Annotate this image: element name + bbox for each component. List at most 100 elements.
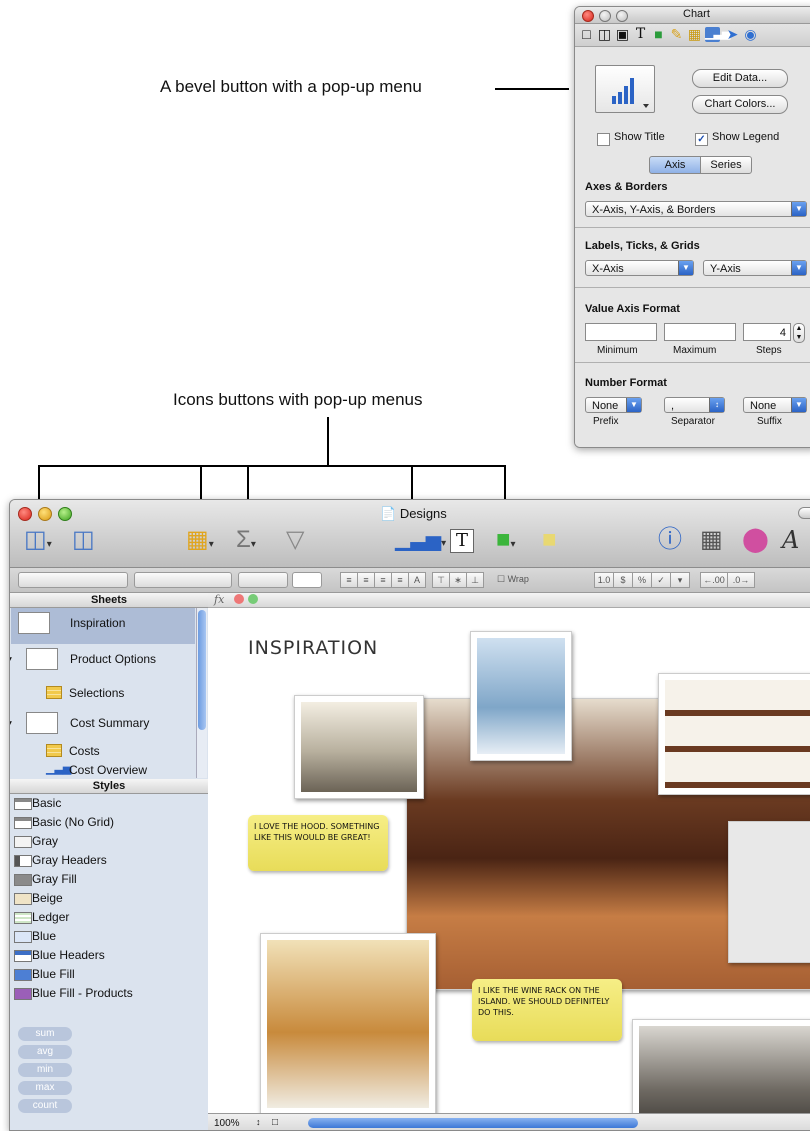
separator-popup[interactable]: , ↕ — [664, 397, 725, 413]
align-right-button[interactable]: ≡ — [374, 572, 392, 588]
style-item-ledger[interactable]: Ledger — [14, 910, 69, 924]
chart-icon[interactable]: ▁▃▅▾ — [395, 526, 446, 554]
view-icon[interactable]: ◫▾ — [24, 526, 52, 554]
style-item-gray-fill[interactable]: Gray Fill — [14, 872, 77, 886]
zoom-stepper-icon[interactable]: ↕ — [256, 1117, 261, 1127]
chart-colors-button[interactable]: Chart Colors... — [692, 95, 788, 114]
accept-icon[interactable] — [248, 594, 258, 604]
cabinet-photo[interactable] — [260, 933, 436, 1115]
page-view-icon[interactable]: □ — [272, 1117, 278, 1128]
style-item-blue-fill-products[interactable]: Blue Fill - Products — [14, 986, 133, 1000]
style-item-beige[interactable]: Beige — [14, 891, 63, 905]
function-icon[interactable]: fx — [214, 593, 224, 606]
chevron-down-icon: ▼ — [791, 398, 806, 412]
fonts-icon[interactable]: A — [782, 526, 799, 554]
prefix-popup[interactable]: None ▼ — [585, 397, 642, 413]
show-legend-checkbox[interactable]: ✓ — [695, 133, 708, 146]
show-title-checkbox[interactable] — [597, 133, 610, 146]
shelf-photo[interactable] — [658, 673, 810, 795]
currency-format-button[interactable]: $ — [613, 572, 633, 588]
close-icon[interactable] — [18, 507, 32, 521]
text-box-icon[interactable]: T — [450, 529, 474, 553]
zoom-icon[interactable] — [58, 507, 72, 521]
font-popup[interactable] — [134, 572, 232, 588]
tab-axis[interactable]: Axis — [649, 156, 701, 174]
suffix-popup[interactable]: None ▼ — [743, 397, 807, 413]
avg-button[interactable]: avg — [18, 1045, 72, 1059]
metrics-icon[interactable]: ✎ — [669, 27, 684, 42]
axes-borders-popup[interactable]: X-Axis, Y-Axis, & Borders ▼ — [585, 201, 807, 217]
min-button[interactable]: min — [18, 1063, 72, 1077]
style-item-gray[interactable]: Gray — [14, 834, 58, 848]
minimum-field[interactable] — [585, 323, 657, 341]
align-bottom-button[interactable]: ⊥ — [466, 572, 484, 588]
colors-icon[interactable]: ⬤ — [742, 526, 769, 554]
maximum-field[interactable] — [664, 323, 736, 341]
percent-format-button[interactable]: % — [632, 572, 652, 588]
quicktime-icon[interactable]: ◉ — [743, 27, 758, 42]
tile-photo[interactable] — [728, 821, 810, 963]
checkbox-format-button[interactable]: ✓ — [651, 572, 671, 588]
align-top-button[interactable]: ⊤ — [432, 572, 450, 588]
max-button[interactable]: max — [18, 1081, 72, 1095]
wrap-checkbox[interactable]: ☐ Wrap — [492, 572, 534, 586]
disclosure-triangle-icon[interactable]: ▼ — [10, 719, 14, 730]
function-icon[interactable]: Σ▾ — [236, 526, 256, 554]
document-icon[interactable]: □ — [579, 27, 594, 42]
format-popup-button[interactable]: ▾ — [670, 572, 690, 588]
increase-decimals-button[interactable]: ←.00 — [700, 572, 728, 588]
inspector-icon[interactable]: ⓘ — [658, 526, 682, 554]
tab-series[interactable]: Series — [700, 156, 752, 174]
zoom-icon[interactable] — [616, 10, 628, 22]
style-item-blue[interactable]: Blue — [14, 929, 56, 943]
decrease-decimals-button[interactable]: .0→ — [727, 572, 755, 588]
auto-align-button[interactable]: A — [408, 572, 426, 588]
text-icon[interactable]: T — [633, 27, 648, 42]
table-icon[interactable]: ▦▾ — [186, 526, 214, 554]
chart-type-bevel-button[interactable] — [595, 65, 655, 113]
faucet-photo[interactable] — [470, 631, 572, 761]
style-item-gray-headers[interactable]: Gray Headers — [14, 853, 107, 867]
toolbar-toggle-button[interactable] — [798, 507, 810, 519]
disclosure-triangle-icon[interactable]: ▼ — [10, 655, 14, 666]
layout-icon[interactable]: ▣ — [615, 27, 630, 42]
size-popup[interactable] — [238, 572, 288, 588]
scroll-thumb[interactable] — [198, 610, 206, 730]
style-item-basic-no-grid[interactable]: Basic (No Grid) — [14, 815, 114, 829]
close-icon[interactable] — [582, 10, 594, 22]
number-format-button[interactable]: 1.0 — [594, 572, 614, 588]
graphic-icon[interactable]: ■ — [651, 27, 666, 42]
align-left-button[interactable]: ≡ — [340, 572, 358, 588]
shapes-icon[interactable]: ■▾ — [496, 526, 516, 554]
sticky-note-wine-rack[interactable]: I LIKE THE WINE RACK ON THE ISLAND. WE S… — [472, 979, 622, 1041]
new-sheet-icon[interactable]: ◫ — [72, 526, 95, 554]
count-button[interactable]: count — [18, 1099, 72, 1113]
style-item-blue-headers[interactable]: Blue Headers — [14, 948, 105, 962]
sum-button[interactable]: sum — [18, 1027, 72, 1041]
minimize-icon[interactable] — [38, 507, 52, 521]
steps-field[interactable]: 4 — [743, 323, 791, 341]
y-axis-popup[interactable]: Y-Axis ▼ — [703, 260, 807, 276]
justify-button[interactable]: ≡ — [391, 572, 409, 588]
comment-icon[interactable]: ■ — [542, 526, 557, 554]
sheets-scrollbar[interactable] — [196, 608, 207, 778]
hyperlink-icon[interactable]: ➤ — [725, 27, 740, 42]
minimize-icon[interactable] — [599, 10, 611, 22]
style-popup[interactable] — [18, 572, 128, 588]
table-icon[interactable]: ▦ — [687, 27, 702, 42]
chart-icon[interactable]: ▁▃▅ — [705, 27, 730, 42]
style-item-blue-fill[interactable]: Blue Fill — [14, 967, 75, 981]
sticky-note-hood[interactable]: I LOVE THE HOOD. SOMETHING LIKE THIS WOU… — [248, 815, 388, 871]
sheet-icon[interactable]: ◫ — [597, 27, 612, 42]
steps-stepper[interactable]: ▲ ▼ — [793, 323, 805, 343]
text-color-well[interactable] — [292, 572, 322, 588]
x-axis-popup[interactable]: X-Axis ▼ — [585, 260, 694, 276]
edit-data-button[interactable]: Edit Data... — [692, 69, 788, 88]
cancel-icon[interactable] — [234, 594, 244, 604]
media-icon[interactable]: ▦ — [700, 526, 723, 554]
style-item-basic[interactable]: Basic — [14, 796, 61, 810]
hood-photo[interactable] — [294, 695, 424, 799]
align-center-button[interactable]: ≡ — [357, 572, 375, 588]
align-middle-button[interactable]: ∗ — [449, 572, 467, 588]
sort-filter-icon[interactable]: ▽ — [286, 526, 304, 554]
